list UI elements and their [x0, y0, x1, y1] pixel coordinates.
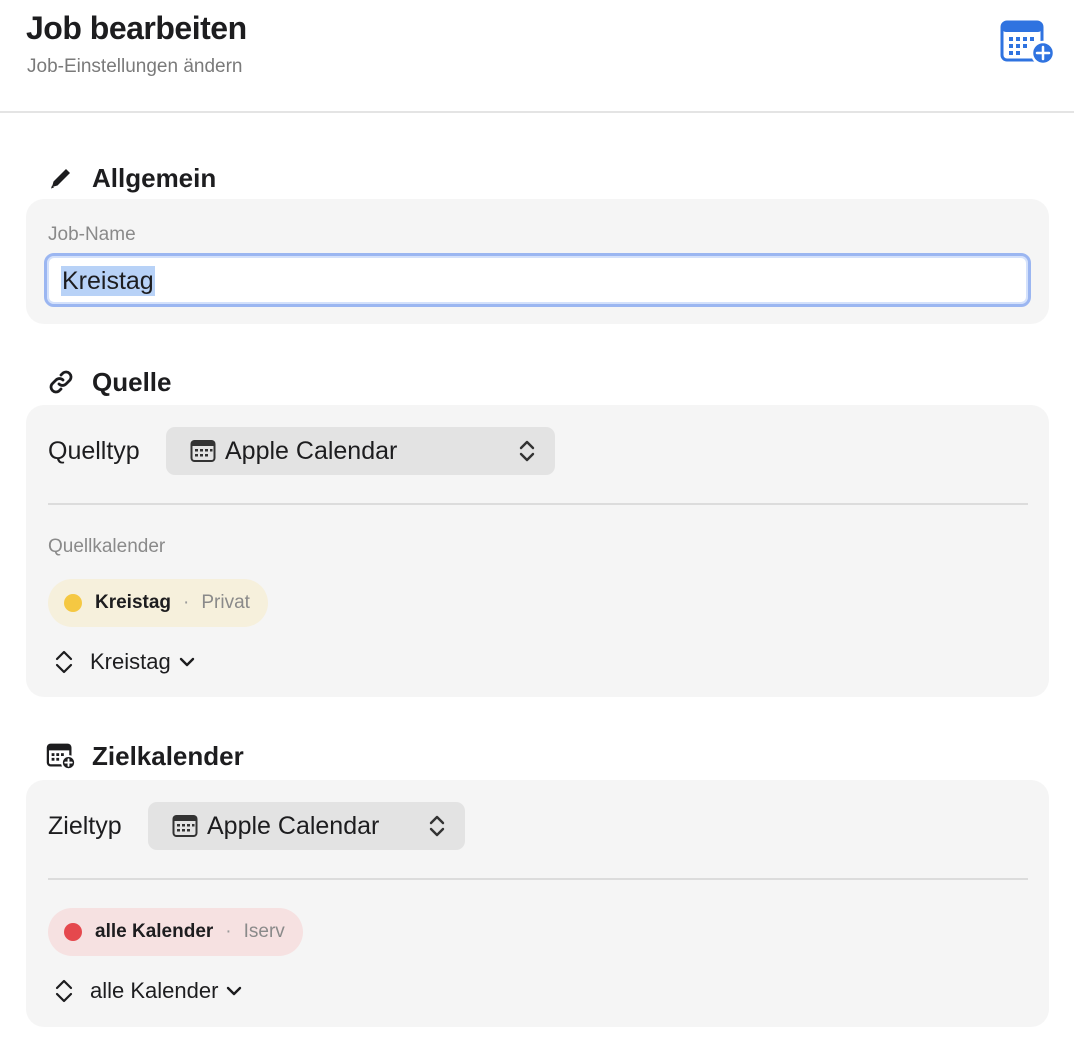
- source-type-dropdown[interactable]: Apple Calendar: [166, 427, 555, 475]
- calendar-add-icon[interactable]: [1000, 20, 1056, 66]
- divider: [48, 878, 1028, 880]
- chevron-up-down-icon: [429, 815, 445, 837]
- job-name-value: Kreistag: [61, 266, 155, 296]
- picker-value: Kreistag: [90, 649, 171, 674]
- page-title: Job bearbeiten: [26, 10, 247, 46]
- section-zielkalender: Zielkalender: [46, 739, 244, 773]
- calendar-add-icon: [46, 741, 76, 771]
- source-calendar-picker[interactable]: Kreistag: [54, 649, 195, 675]
- chip-calendar-name: alle Kalender: [95, 921, 214, 942]
- section-heading: Quelle: [92, 366, 172, 397]
- chip-account: Privat: [201, 592, 250, 613]
- source-calendar-label: Quellkalender: [48, 536, 166, 557]
- chip-account: Iserv: [243, 921, 285, 942]
- link-icon: [46, 367, 76, 397]
- chevron-up-down-icon: [55, 650, 73, 674]
- chip-calendar-name: Kreistag: [95, 592, 172, 613]
- page-subtitle: Job-Einstellungen ändern: [27, 56, 243, 77]
- calendar-icon: [172, 815, 198, 837]
- section-heading: Allgemein: [92, 162, 217, 193]
- pencil-icon: [46, 163, 76, 193]
- chip-separator: ·: [183, 592, 190, 613]
- chevron-down-icon: [179, 657, 194, 667]
- source-calendar-chip: Kreistag · Privat: [48, 579, 268, 627]
- target-calendar-chip: alle Kalender · Iserv: [48, 908, 303, 956]
- target-calendar-picker[interactable]: alle Kalender: [54, 978, 242, 1004]
- job-name-input[interactable]: Kreistag: [44, 253, 1031, 307]
- calendar-color-dot: [64, 923, 82, 941]
- chevron-up-down-icon: [519, 440, 535, 462]
- chevron-down-icon: [227, 986, 242, 996]
- chip-separator: ·: [225, 921, 232, 942]
- picker-value: alle Kalender: [90, 978, 219, 1003]
- section-heading: Zielkalender: [92, 740, 244, 771]
- target-type-dropdown[interactable]: Apple Calendar: [148, 802, 465, 850]
- calendar-icon: [190, 440, 216, 462]
- source-type-label: Quelltyp: [48, 437, 140, 465]
- job-name-label: Job-Name: [48, 224, 136, 245]
- source-type-value: Apple Calendar: [225, 436, 398, 465]
- calendar-color-dot: [64, 594, 82, 612]
- divider: [48, 503, 1028, 505]
- target-type-label: Zieltyp: [48, 812, 122, 840]
- section-quelle: Quelle: [46, 365, 171, 399]
- target-type-value: Apple Calendar: [207, 811, 380, 840]
- header: Job bearbeiten Job-Einstellungen ändern: [0, 0, 1074, 113]
- section-allgemein: Allgemein: [46, 161, 216, 195]
- chevron-up-down-icon: [55, 979, 73, 1003]
